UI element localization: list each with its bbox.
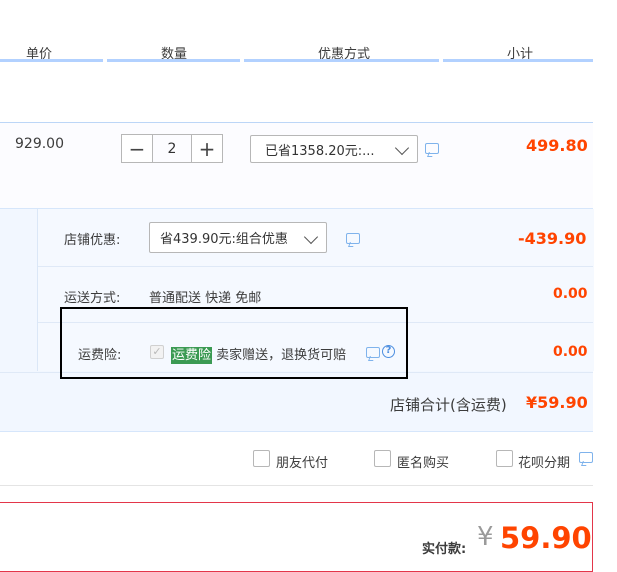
header-underline (443, 59, 593, 62)
item-unit-price: 929.00 (15, 136, 64, 152)
chevron-down-icon (303, 229, 319, 245)
shop-promo-amount: -439.90 (518, 229, 587, 248)
highlight-box (60, 307, 408, 379)
payment-label: 实付款: (422, 542, 467, 557)
quantity-input[interactable]: 2 (153, 134, 191, 163)
shop-promo-label: 店铺优惠: (64, 233, 121, 248)
divider (38, 266, 593, 267)
item-discount-selected: 已省1358.20元:... (265, 143, 375, 159)
message-icon[interactable] (579, 452, 593, 463)
friend-pay-label[interactable]: 朋友代付 (276, 452, 328, 471)
shipping-amount: 0.00 (553, 286, 588, 302)
huabei-label[interactable]: 花呗分期 (518, 452, 570, 471)
quantity-stepper: − 2 + (121, 134, 223, 163)
header-underline (107, 59, 240, 62)
anonymous-checkbox[interactable] (374, 450, 391, 467)
huabei-checkbox[interactable] (496, 450, 513, 467)
header-underline (244, 59, 439, 62)
increase-button[interactable]: + (191, 134, 223, 163)
anonymous-label[interactable]: 匿名购买 (397, 452, 449, 471)
shipping-value: 普通配送 快递 免邮 (149, 291, 262, 306)
payment-currency: ¥ (477, 522, 494, 552)
shop-promo-select[interactable]: 省439.90元:组合优惠 (149, 222, 327, 253)
divider (0, 485, 593, 486)
header-underline (0, 59, 103, 62)
shop-promo-selected: 省439.90元:组合优惠 (160, 232, 288, 247)
friend-pay-checkbox[interactable] (253, 450, 270, 467)
item-subtotal: 499.80 (526, 136, 588, 155)
payment-amount: 59.90 (500, 521, 592, 555)
shop-total-label: 店铺合计(含运费) (390, 396, 507, 414)
message-icon[interactable] (425, 143, 439, 154)
insurance-amount: 0.00 (553, 344, 588, 360)
shop-total-amount: ¥59.90 (526, 393, 588, 412)
item-discount-select[interactable]: 已省1358.20元:... (250, 135, 418, 163)
shipping-label: 运送方式: (64, 291, 121, 306)
chevron-down-icon (394, 140, 410, 156)
message-icon[interactable] (346, 233, 360, 244)
decrease-button[interactable]: − (121, 134, 153, 163)
